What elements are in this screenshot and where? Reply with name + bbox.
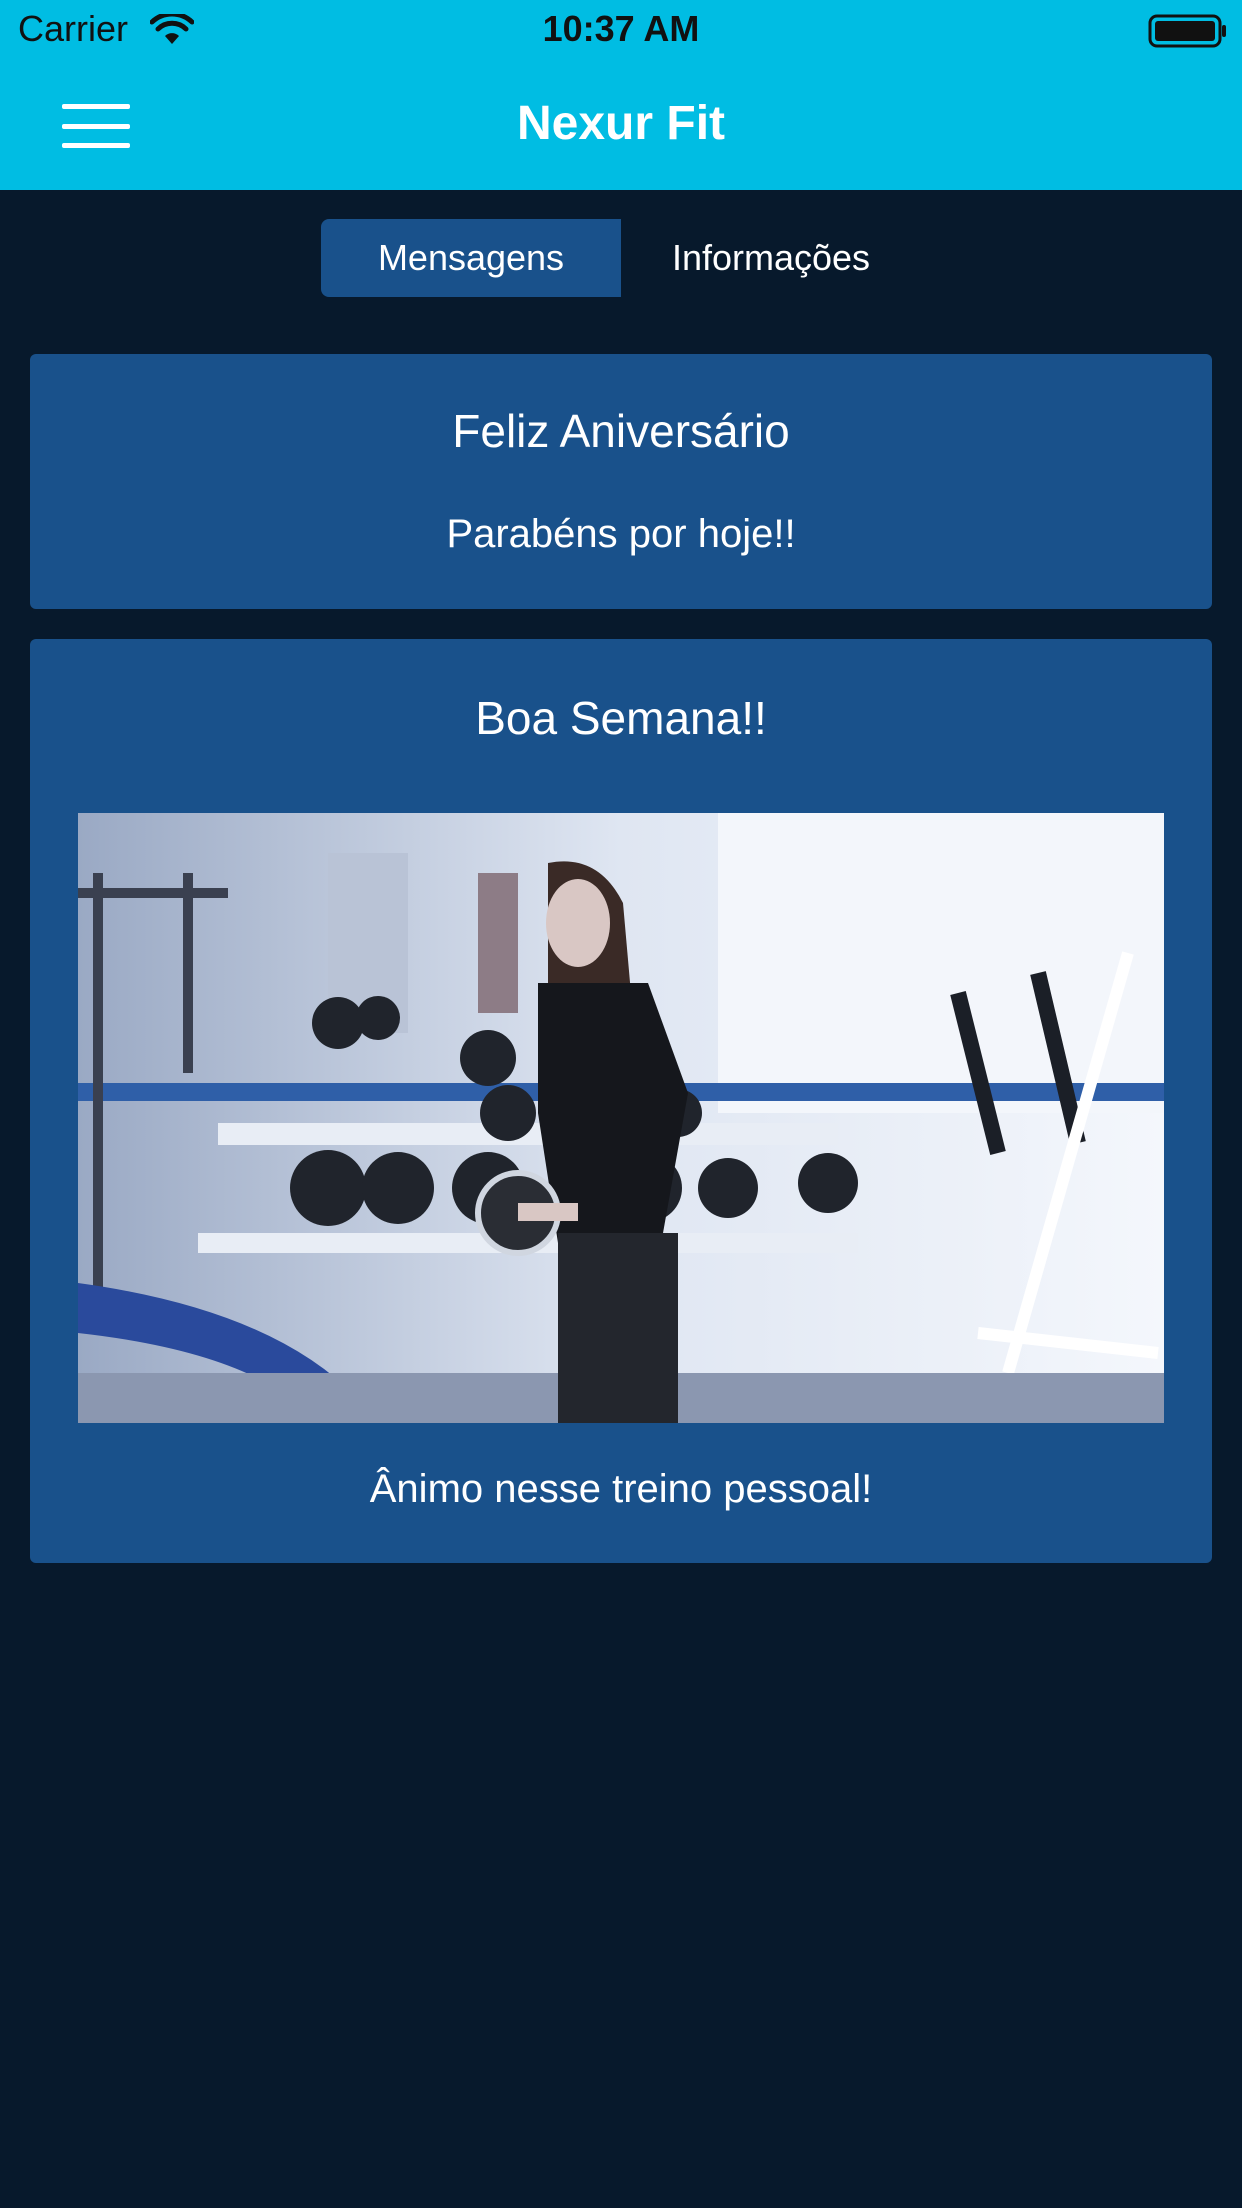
message-card[interactable]: Boa Semana!! Ânimo nesse treino pessoal! xyxy=(30,639,1212,1563)
clock: 10:37 AM xyxy=(542,8,700,49)
nav-bar: Nexur Fit xyxy=(0,62,1242,190)
message-body: Parabéns por hoje!! xyxy=(446,512,796,556)
message-body: Ânimo nesse treino pessoal! xyxy=(369,1467,873,1511)
tab-mensagens[interactable]: Mensagens xyxy=(321,219,621,297)
battery-icon xyxy=(1148,14,1228,53)
message-card[interactable]: Feliz Aniversário Parabéns por hoje!! xyxy=(30,354,1212,609)
message-title: Boa Semana!! xyxy=(475,692,767,744)
app-title: Nexur Fit xyxy=(516,97,726,150)
tab-informacoes[interactable]: Informações xyxy=(621,219,921,297)
status-bar: Carrier 10:37 AM xyxy=(0,0,1242,62)
segmented-control: Mensagens Informações xyxy=(321,219,921,297)
message-title: Feliz Aniversário xyxy=(452,405,790,457)
gym-photo xyxy=(78,813,1164,1423)
